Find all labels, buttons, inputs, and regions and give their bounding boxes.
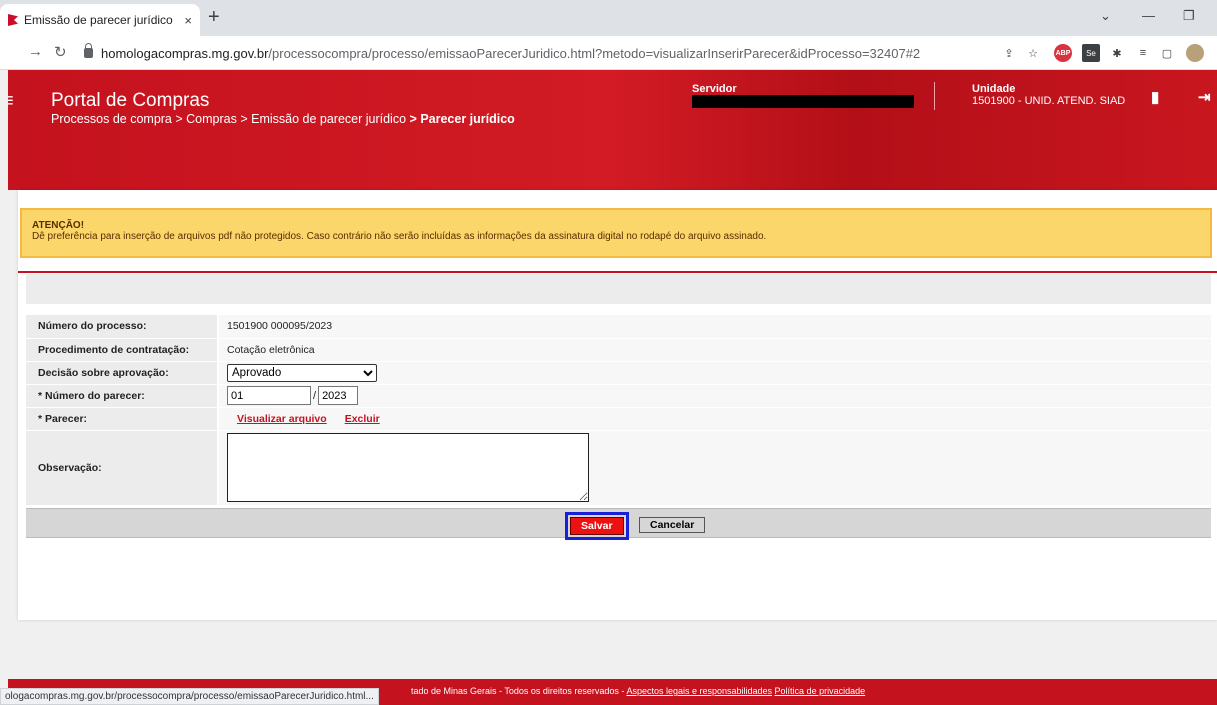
parecer-label: * Parecer: bbox=[26, 407, 219, 431]
selenium-extension-icon[interactable]: Se bbox=[1082, 44, 1100, 62]
decisao-cell: Aprovado bbox=[218, 361, 1211, 385]
new-tab-button[interactable]: + bbox=[208, 6, 220, 29]
footer-legal-link[interactable]: Aspectos legais e responsabilidades bbox=[626, 686, 772, 696]
forward-arrow-icon[interactable]: → bbox=[28, 43, 43, 60]
parecer-cell: Visualizar arquivo Excluir bbox=[218, 407, 1211, 431]
attention-alert: ATENÇÃO! Dê preferência para inserção de… bbox=[20, 208, 1212, 258]
save-button[interactable]: Salvar bbox=[570, 517, 624, 535]
minimize-icon[interactable]: — bbox=[1142, 8, 1155, 23]
section-header-band bbox=[26, 274, 1211, 304]
servidor-redacted bbox=[692, 95, 914, 108]
excluir-link[interactable]: Excluir bbox=[345, 413, 380, 425]
url-field[interactable]: homologacompras.mg.gov.br/processocompra… bbox=[84, 40, 964, 66]
procedimento-label: Procedimento de contratação: bbox=[26, 338, 219, 362]
form-row: Número do processo: 1501900 000095/2023 bbox=[26, 315, 1211, 339]
section-divider bbox=[18, 271, 1217, 273]
tab-search-chevron-icon[interactable]: ⌄ bbox=[1100, 8, 1111, 24]
unidade-value: 1501900 - UNID. ATEND. SIAD bbox=[972, 95, 1126, 107]
numero-parecer-input[interactable] bbox=[227, 386, 311, 405]
url-host: homologacompras.mg.gov.br bbox=[101, 45, 269, 61]
reload-icon[interactable]: ↻ bbox=[54, 43, 67, 61]
page-viewport: ≡ Portal de Compras Processos de compra … bbox=[8, 70, 1217, 705]
site-favicon-icon bbox=[8, 14, 18, 26]
tab-close-icon[interactable]: × bbox=[184, 13, 192, 28]
form-row: Procedimento de contratação: Cotação ele… bbox=[26, 338, 1211, 362]
alert-text: Dê preferência para inserção de arquivos… bbox=[32, 231, 767, 242]
ano-parecer-input[interactable] bbox=[318, 386, 359, 405]
breadcrumb-emissao[interactable]: Emissão de parecer jurídico bbox=[251, 112, 406, 126]
footer-privacy-link[interactable]: Política de privacidade bbox=[775, 686, 866, 696]
servidor-label: Servidor bbox=[692, 83, 737, 95]
header-divider bbox=[934, 82, 935, 110]
footer-copyright: tado de Minas Gerais - Todos os direitos… bbox=[411, 686, 627, 696]
menu-hamburger-icon[interactable]: ≡ bbox=[8, 90, 14, 113]
adblock-plus-icon[interactable]: ABP bbox=[1054, 44, 1072, 62]
form-row: Observação: bbox=[26, 430, 1211, 506]
extensions-puzzle-icon[interactable]: ✱ bbox=[1108, 44, 1126, 62]
portal-title: Portal de Compras bbox=[51, 90, 210, 111]
address-bar: → ↻ homologacompras.mg.gov.br/processoco… bbox=[0, 36, 1217, 70]
visualizar-arquivo-link[interactable]: Visualizar arquivo bbox=[237, 413, 327, 425]
share-icon[interactable]: ⇪ bbox=[1000, 44, 1018, 62]
numero-processo-value: 1501900 000095/2023 bbox=[218, 315, 1211, 339]
numero-parecer-cell: / bbox=[218, 384, 1211, 408]
parecer-slash: / bbox=[313, 389, 317, 402]
form-row: * Parecer: Visualizar arquivo Excluir bbox=[26, 407, 1211, 431]
observacao-cell bbox=[218, 430, 1211, 506]
door-exit-icon[interactable]: ▮ bbox=[1151, 88, 1159, 106]
tab-title: Emissão de parecer jurídico bbox=[24, 13, 173, 27]
numero-processo-label: Número do processo: bbox=[26, 315, 219, 339]
bookmark-star-icon[interactable]: ☆ bbox=[1024, 44, 1042, 62]
unidade-label: Unidade bbox=[972, 83, 1016, 95]
breadcrumb-compras[interactable]: Compras bbox=[186, 112, 237, 126]
decisao-select[interactable]: Aprovado bbox=[227, 363, 377, 382]
browser-tab[interactable]: Emissão de parecer jurídico × bbox=[0, 4, 200, 36]
url-path: /processocompra/processo/emissaoParecerJ… bbox=[268, 45, 921, 61]
profile-avatar[interactable] bbox=[1186, 44, 1204, 62]
observacao-label: Observação: bbox=[26, 430, 219, 506]
save-button-highlight: Salvar bbox=[565, 512, 629, 540]
footer-text: tado de Minas Gerais - Todos os direitos… bbox=[411, 686, 865, 696]
numero-parecer-label: * Número do parecer: bbox=[26, 384, 219, 408]
logout-icon[interactable]: ⇥ bbox=[1198, 88, 1211, 106]
browser-tab-bar: Emissão de parecer jurídico × + ⌄ — ❐ bbox=[0, 0, 1217, 36]
lock-icon bbox=[84, 43, 93, 58]
restore-icon[interactable]: ❐ bbox=[1183, 8, 1195, 24]
form-row: Decisão sobre aprovação: Aprovado bbox=[26, 361, 1211, 385]
breadcrumb-processos[interactable]: Processos de compra bbox=[51, 112, 172, 126]
form-button-bar: Salvar Cancelar bbox=[26, 508, 1211, 540]
decisao-label: Decisão sobre aprovação: bbox=[26, 361, 219, 385]
cancel-button[interactable]: Cancelar bbox=[639, 517, 706, 533]
breadcrumb-current: Parecer jurídico bbox=[420, 112, 515, 126]
parecer-form: Número do processo: 1501900 000095/2023 … bbox=[26, 315, 1211, 506]
breadcrumb: Processos de compra > Compras > Emissão … bbox=[51, 112, 515, 126]
observacao-textarea[interactable] bbox=[227, 432, 589, 502]
status-bar-url: ologacompras.mg.gov.br/processocompra/pr… bbox=[0, 688, 379, 705]
alert-title: ATENÇÃO! bbox=[32, 220, 85, 231]
procedimento-value: Cotação eletrônica bbox=[218, 338, 1211, 362]
portal-header: ≡ Portal de Compras Processos de compra … bbox=[8, 70, 1217, 190]
side-panel-icon[interactable]: ▢ bbox=[1158, 44, 1176, 62]
content-panel: ATENÇÃO! Dê preferência para inserção de… bbox=[18, 190, 1217, 620]
form-row: * Número do parecer: / bbox=[26, 384, 1211, 408]
reading-list-icon[interactable]: ≡ bbox=[1134, 44, 1152, 62]
